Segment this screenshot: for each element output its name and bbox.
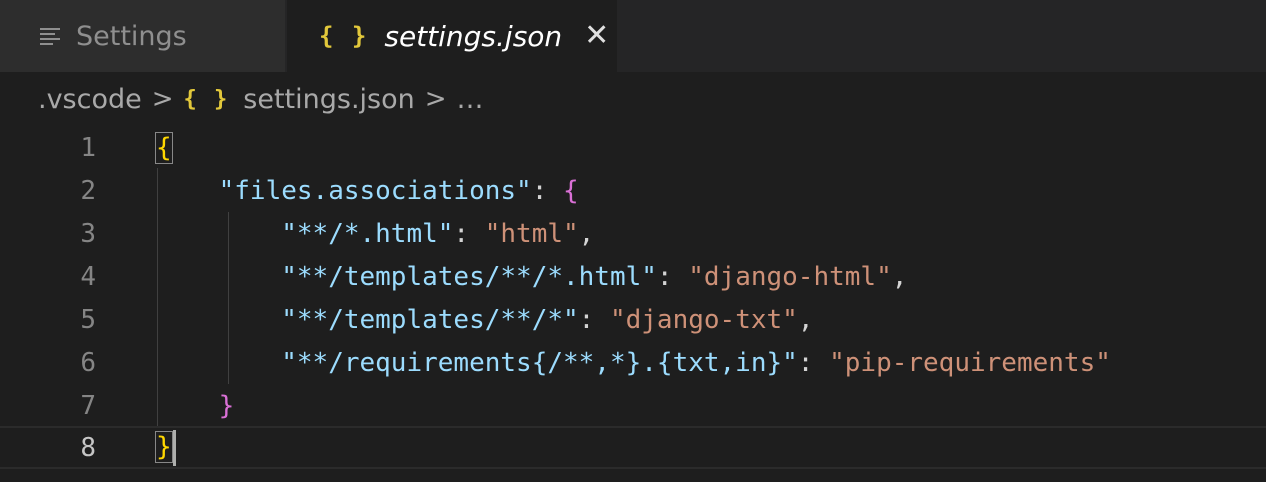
menu-lines-icon	[40, 27, 62, 45]
close-icon[interactable]: ✕	[584, 21, 609, 51]
json-value: "html"	[484, 218, 579, 249]
chevron-right-icon: >	[424, 84, 447, 114]
breadcrumb-folder[interactable]: .vscode	[38, 84, 142, 115]
tab-label: settings.json	[384, 19, 563, 53]
line-number: 4	[80, 261, 96, 292]
comma: ,	[797, 304, 814, 335]
tab-label: Settings	[76, 20, 187, 52]
code-line: 7 }	[0, 384, 1266, 427]
bracket: }	[155, 431, 173, 463]
json-key: "**/*.html"	[281, 218, 454, 249]
colon: :	[453, 218, 485, 249]
bracket: {	[155, 131, 173, 164]
code-line: 4 "**/templates/**/*.html": "django-html…	[0, 255, 1266, 298]
line-number: 6	[80, 347, 96, 378]
code-line: 2 "files.associations": {	[0, 169, 1266, 212]
code-line: 5 "**/templates/**/*": "django-txt",	[0, 298, 1266, 341]
line-number: 8	[80, 432, 96, 463]
breadcrumb: .vscode > { } settings.json > …	[38, 78, 484, 120]
json-value: "pip-requirements"	[829, 347, 1111, 378]
json-braces-icon: { }	[183, 86, 230, 112]
code-editor[interactable]: 1 { 2 "files.associations": { 3 "**/*.ht…	[0, 126, 1266, 482]
line-number: 5	[80, 304, 96, 335]
breadcrumb-symbol[interactable]: …	[457, 84, 484, 115]
comma: ,	[578, 218, 595, 249]
line-number: 1	[80, 132, 96, 163]
text-cursor	[172, 429, 176, 466]
json-braces-icon: { }	[319, 22, 369, 50]
bracket: }	[218, 390, 235, 421]
tab-settings[interactable]: Settings	[0, 0, 286, 72]
json-key: "**/requirements{/**,*}.{txt,in}"	[281, 347, 798, 378]
line-number: 3	[80, 218, 96, 249]
json-key: "**/templates/**/*"	[281, 304, 579, 335]
chevron-right-icon: >	[151, 84, 174, 114]
colon: :	[656, 261, 689, 292]
line-number: 2	[80, 175, 96, 206]
json-key: "**/templates/**/*.html"	[281, 261, 657, 292]
tab-settings-json[interactable]: { } settings.json ✕	[287, 0, 617, 72]
code-line-current: 8 }	[0, 426, 1266, 469]
bracket: {	[563, 175, 579, 206]
colon: :	[578, 304, 610, 335]
tab-bar: Settings { } settings.json ✕	[0, 0, 1266, 72]
json-value: "django-html"	[688, 261, 892, 292]
code-line: 1 {	[0, 126, 1266, 169]
code-line: 3 "**/*.html": "html",	[0, 212, 1266, 255]
colon: :	[531, 175, 564, 206]
breadcrumb-file[interactable]: settings.json	[243, 84, 414, 115]
colon: :	[797, 347, 830, 378]
json-key: "files.associations"	[218, 175, 532, 206]
json-value: "django-txt"	[609, 304, 798, 335]
comma: ,	[891, 261, 908, 292]
code-line: 6 "**/requirements{/**,*}.{txt,in}": "pi…	[0, 341, 1266, 384]
line-number: 7	[80, 390, 96, 421]
